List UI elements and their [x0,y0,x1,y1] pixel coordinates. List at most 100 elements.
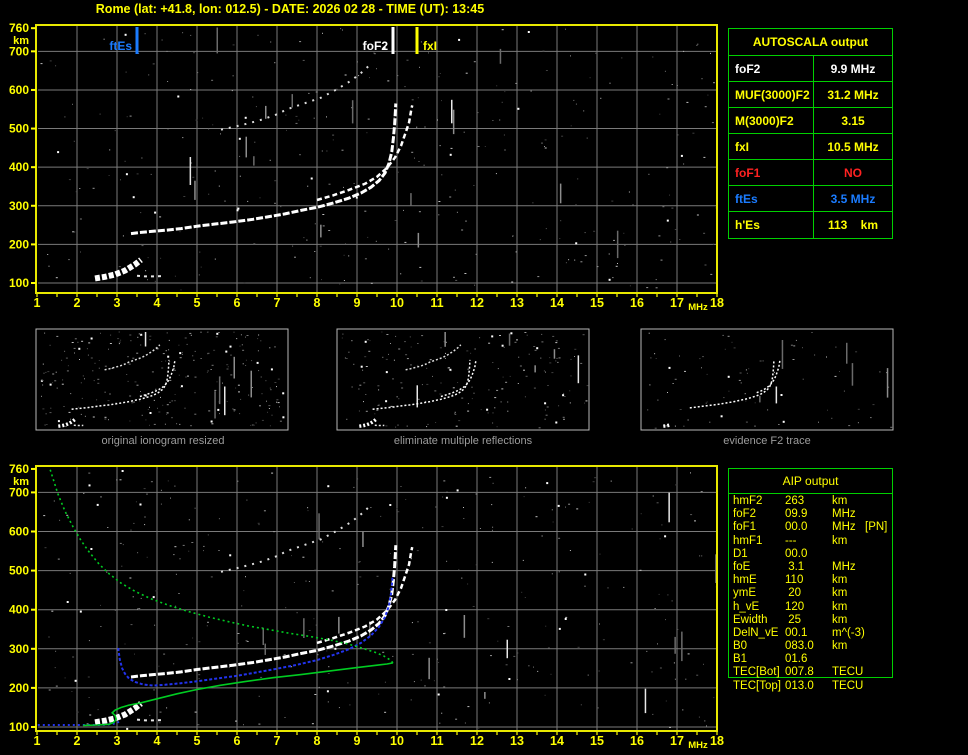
parameter-label: h_vE [733,600,760,613]
aip-row-b1: B1 01.6 [728,653,893,666]
parameter-label: B1 [733,653,748,666]
svg-text:760: 760 [9,21,29,35]
aip-row-hme: hmE 110 km [728,574,893,587]
parameter-label: hmF2 [733,495,763,507]
top_ionogram-plot: 100200300400500600700760km1 2 3 4 5 6 7 8 9 10 11 1… [9,21,724,313]
parameter-unit: km [832,534,848,547]
axis-labels: 100200300400500600700760km1 2 3 4 5 6 7 8 9 10 11 1… [9,462,724,751]
svg-text:9: 9 [354,296,361,310]
thumbnail-0 [35,328,289,431]
parameter-label: D1 [733,547,748,560]
parameter-unit: TECU [832,679,864,692]
svg-text:3: 3 [114,296,121,310]
svg-text:6: 6 [234,734,241,748]
axis-ticks [31,27,718,297]
svg-text:MHz: MHz [688,740,708,751]
aip-table-rows: hmF2 263 km foF2 09.9 MHz foF1 00.0 MHz [PN] hmF1 -… [728,495,893,693]
svg-text:14: 14 [550,296,564,310]
parameter-label: foE [733,560,751,573]
autoscala-table-header: AUTOSCALA output [729,29,892,56]
parameter-value: 01.6 [785,653,808,666]
aip-row-fof2: foF2 09.9 MHz [728,508,893,521]
autoscala-row-m3000f2: M(3000)F2 3.15 [729,108,892,134]
parameter-value: 113 km [813,212,892,238]
aip-row-d1: D1 00.0 [728,548,893,561]
second_hop_echo [220,504,372,573]
plot-border [35,24,718,294]
parameter-value: 31.2 MHz [813,82,892,107]
thumbnail-2 [640,328,894,431]
svg-text:300: 300 [9,642,29,656]
thumbnail-caption-evidence: evidence F2 trace [723,435,811,447]
Es_tail [136,274,164,278]
svg-text:7: 7 [274,296,281,310]
F2_ordinary_trace [130,545,398,679]
parameter-label: ftEs [735,191,758,206]
parameter-label: M(3000)F2 [735,113,794,128]
plot-border [35,465,718,732]
svg-text:5: 5 [194,296,201,310]
parameter-value: 00.1 [785,626,808,639]
aip-row-yme: ymE 20 km [728,587,893,600]
svg-text:2: 2 [74,734,81,748]
parameter-unit: km [832,574,848,587]
density_profile_bottomside_green [82,662,394,727]
svg-text:400: 400 [9,160,29,174]
svg-text:17: 17 [670,296,684,310]
svg-text:12: 12 [470,296,484,310]
aip-row-hmf2: hmF2 263 km [728,495,893,508]
svg-text:3: 3 [114,734,121,748]
svg-text:13: 13 [510,734,524,748]
axis-ticks [31,467,718,735]
parameter-value: 10.5 MHz [813,134,892,159]
parameter-value: 3.15 [813,108,892,133]
noise-speckle [43,470,717,730]
noise-speckle [40,27,717,291]
svg-text:13: 13 [510,296,524,310]
aip-row-ewidth: Ewidth 25 km [728,614,893,627]
svg-text:8: 8 [314,296,321,310]
parameter-label: B0 [733,640,748,653]
parameter-label: Ewidth [733,613,768,626]
parameter-label: fxI [735,139,750,154]
F2_extraordinary_trace [316,546,414,645]
svg-text:600: 600 [9,83,29,97]
aip-row-b0: B0 083.0 km [728,640,893,653]
autoscala-screen: Rome (lat: +41.8, lon: 012.5) - DATE: 20… [0,0,968,755]
foF2-marker: foF2 [363,27,395,54]
svg-text:7: 7 [274,734,281,748]
thumbnail-caption-original: original ionogram resized [101,435,225,447]
svg-text:9: 9 [354,734,361,748]
aip-row-hmf1: hmF1 --- km [728,535,893,548]
aip-row-foe: foE 3.1 MHz [728,561,893,574]
parameter-unit: km [832,613,848,626]
parameter-value: 007.8 [785,666,814,679]
svg-text:8: 8 [314,734,321,748]
svg-text:16: 16 [630,734,644,748]
svg-text:100: 100 [9,720,29,734]
svg-text:2: 2 [74,296,81,310]
parameter-value: 3.1 [785,560,805,573]
Es_layer_echo [94,701,143,726]
grid [38,26,717,292]
F2_extraordinary_trace [316,105,414,202]
aip-row-delnve: DelN_vE 00.1 m^(-3) [728,627,893,640]
parameter-label: h'Es [735,218,760,232]
svg-text:17: 17 [670,734,684,748]
svg-text:300: 300 [9,199,29,213]
density_profile_topside_green [49,469,394,664]
parameter-label: foF1 [735,165,761,180]
parameter-label: hmE [733,574,757,587]
parameter-label: DelN_vE [733,626,779,639]
parameter-value: 110 [785,574,804,587]
parameter-label: foF1 [733,521,757,534]
parameter-value: 120 [785,600,805,613]
aip-row-tectop: TEC[Top] 013.0 TECU [728,680,893,693]
thumbnail-caption-eliminate: eliminate multiple reflections [393,435,533,447]
svg-text:500: 500 [9,122,29,136]
parameter-label: foF2 [733,508,757,521]
svg-text:4: 4 [154,296,161,310]
svg-text:100: 100 [9,276,29,290]
parameter-note: [PN] [865,521,888,534]
parameter-label: hmF1 [733,534,763,547]
